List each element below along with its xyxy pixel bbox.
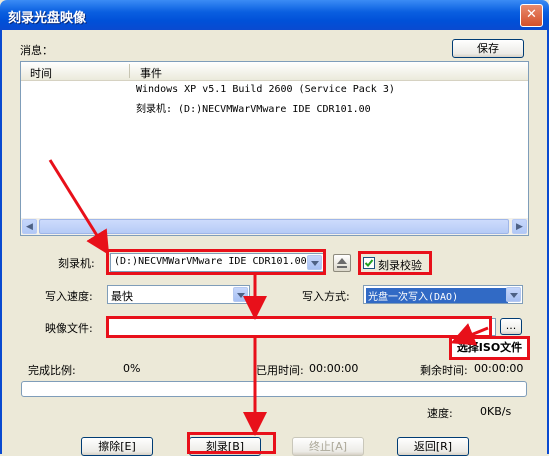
mode-select[interactable]: 光盘一次写入(DAO) [363, 285, 523, 304]
eject-button[interactable] [333, 254, 351, 272]
percent-label: 完成比例: [28, 364, 76, 377]
scroll-left-icon[interactable]: ◀ [22, 219, 37, 234]
remaining-label: 剩余时间: [420, 364, 468, 377]
list-item[interactable]: 刻录机: (D:)NECVMWarVMware IDE CDR101.00 [136, 100, 371, 115]
progress-bar [21, 381, 527, 397]
speed-status-label: 速度: [427, 407, 453, 420]
list-header: 时间 事件 [21, 62, 528, 81]
elapsed-label: 已用时间: [256, 364, 304, 377]
column-event[interactable]: 事件 [140, 65, 162, 81]
back-button[interactable]: 返回[R] [397, 437, 469, 456]
column-time[interactable]: 时间 [30, 65, 52, 81]
chevron-down-icon[interactable] [506, 287, 521, 302]
speed-value: 最快 [111, 290, 133, 303]
scroll-thumb[interactable] [39, 219, 509, 234]
verify-highlight-box [358, 251, 432, 275]
image-file-highlight-box [106, 316, 492, 338]
save-button[interactable]: 保存 [452, 39, 524, 58]
chevron-down-icon[interactable] [233, 287, 248, 302]
stop-button[interactable]: 终止[A] [292, 437, 364, 456]
mode-label: 写入方式: [302, 290, 350, 303]
speed-status-value: 0KB/s [480, 405, 512, 418]
browse-button[interactable]: ... [500, 318, 522, 335]
speed-select[interactable]: 最快 [107, 285, 250, 304]
close-button[interactable]: ✕ [520, 4, 543, 27]
remaining-value: 00:00:00 [474, 362, 524, 375]
image-file-label: 映像文件: [45, 322, 93, 335]
burner-label: 刻录机: [58, 257, 95, 270]
speed-label: 写入速度: [45, 290, 93, 303]
burn-highlight-box [187, 432, 276, 454]
column-divider[interactable] [129, 64, 130, 78]
percent-value: 0% [123, 362, 141, 375]
message-list[interactable]: 时间 事件 Windows XP v5.1 Build 2600 (Servic… [20, 61, 529, 236]
window-title: 刻录光盘映像 [8, 11, 87, 26]
scroll-right-icon[interactable]: ▶ [512, 219, 527, 234]
burner-highlight-box [106, 249, 326, 275]
list-item[interactable]: Windows XP v5.1 Build 2600 (Service Pack… [136, 84, 395, 95]
eject-icon [337, 258, 347, 268]
erase-button[interactable]: 擦除[E] [81, 437, 153, 456]
messages-label: 消息： [20, 44, 53, 57]
mode-value: 光盘一次写入(DAO) [366, 288, 508, 303]
elapsed-value: 00:00:00 [309, 362, 359, 375]
iso-callout: 选择ISO文件 [449, 336, 530, 360]
close-icon: ✕ [526, 7, 537, 22]
title-bar[interactable]: 刻录光盘映像 ✕ [0, 0, 549, 30]
horizontal-scrollbar[interactable]: ◀ ▶ [21, 218, 528, 235]
